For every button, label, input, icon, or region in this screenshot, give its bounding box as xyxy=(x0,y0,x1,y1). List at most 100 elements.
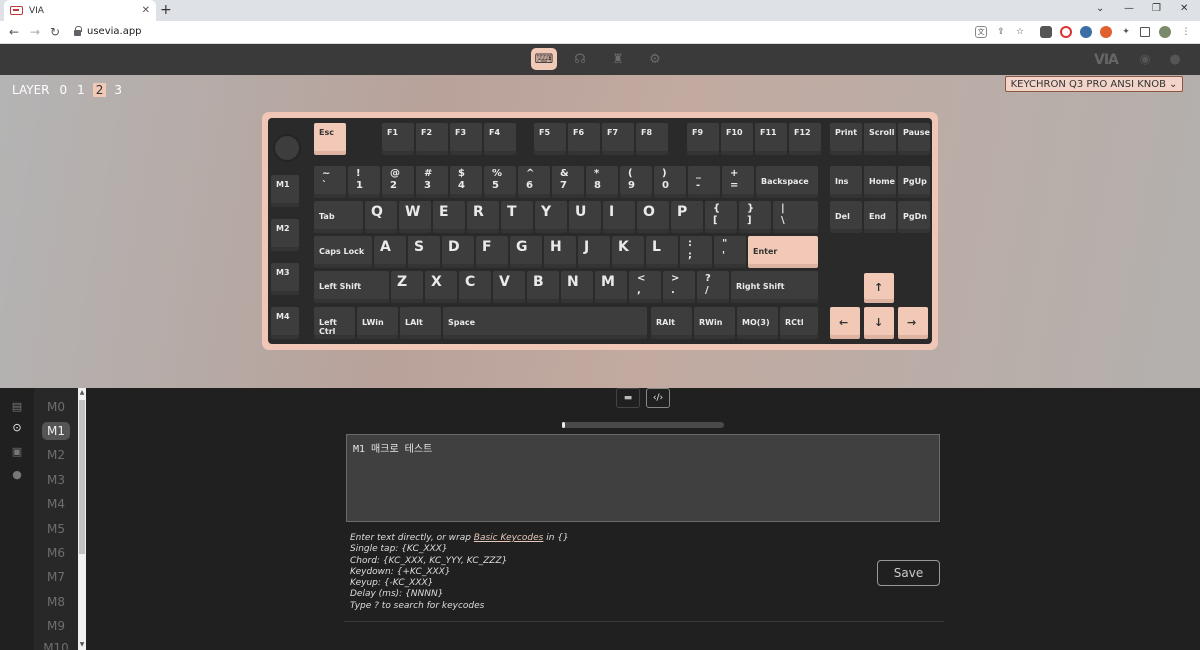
lightbulb-icon[interactable]: ● xyxy=(11,468,23,481)
gear-icon[interactable]: ⚙ xyxy=(642,48,668,70)
recorder-mode-icon[interactable]: ▬ xyxy=(616,388,640,408)
key-m4[interactable]: M4 xyxy=(270,306,300,340)
script-mode-icon[interactable]: ‹/› xyxy=(646,388,670,408)
key-f[interactable]: F xyxy=(475,235,509,269)
forward-icon[interactable]: → xyxy=(30,25,40,39)
reload-icon[interactable]: ↻ xyxy=(50,25,60,39)
save-button[interactable]: Save xyxy=(877,560,940,586)
scrollbar-thumb[interactable] xyxy=(79,400,85,554)
key-del[interactable]: Del xyxy=(829,200,863,234)
key-home[interactable]: Home xyxy=(863,165,897,199)
key-g[interactable]: G xyxy=(509,235,543,269)
key-f6[interactable]: F6 xyxy=(567,122,601,156)
key-f11[interactable]: F11 xyxy=(754,122,788,156)
design-icon[interactable]: ♜ xyxy=(605,48,631,70)
key-ins[interactable]: Ins xyxy=(829,165,863,199)
key-period[interactable]: > . xyxy=(662,270,696,304)
key-left-ctrl[interactable]: Left Ctrl xyxy=(313,306,356,340)
key-2[interactable]: @ 2 xyxy=(381,165,415,199)
puzzle-icon[interactable]: ✦ xyxy=(1120,26,1132,38)
key-x[interactable]: X xyxy=(424,270,458,304)
key-left[interactable]: ← xyxy=(829,306,861,340)
layer-1[interactable]: 1 xyxy=(75,83,87,97)
key-1[interactable]: ! 1 xyxy=(347,165,381,199)
key-enter[interactable]: Enter xyxy=(747,235,819,269)
macro-item-m5[interactable]: M5 xyxy=(42,520,70,538)
key-7[interactable]: & 7 xyxy=(551,165,585,199)
url-field[interactable]: usevia.app xyxy=(74,25,142,37)
key-lwin[interactable]: LWin xyxy=(356,306,399,340)
new-tab-button[interactable]: + xyxy=(160,2,172,18)
macro-item-m6[interactable]: M6 xyxy=(42,544,70,562)
key-backspace[interactable]: Backspace xyxy=(755,165,819,199)
key-8[interactable]: * 8 xyxy=(585,165,619,199)
key-f10[interactable]: F10 xyxy=(720,122,754,156)
key-5[interactable]: % 5 xyxy=(483,165,517,199)
maximize-button[interactable]: ❐ xyxy=(1152,3,1161,14)
key-pause[interactable]: Pause xyxy=(897,122,931,156)
key-m1[interactable]: M1 xyxy=(270,174,300,208)
key-rwin[interactable]: RWin xyxy=(693,306,736,340)
key-n[interactable]: N xyxy=(560,270,594,304)
key-m[interactable]: M xyxy=(594,270,628,304)
key-slash[interactable]: ? / xyxy=(696,270,730,304)
scroll-up-icon[interactable]: ▲ xyxy=(78,389,86,396)
key-caps-lock[interactable]: Caps Lock xyxy=(313,235,373,269)
key-right[interactable]: → xyxy=(897,306,929,340)
key-p[interactable]: P xyxy=(670,200,704,234)
key-t[interactable]: T xyxy=(500,200,534,234)
macro-item-m1[interactable]: M1 xyxy=(42,422,70,440)
keymap-icon[interactable]: ▤ xyxy=(11,400,23,413)
key-s[interactable]: S xyxy=(407,235,441,269)
key-semicolon[interactable]: : ; xyxy=(679,235,713,269)
key-f8[interactable]: F8 xyxy=(635,122,669,156)
keyboard-select[interactable]: KEYCHRON Q3 PRO ANSI KNOB ⌄ xyxy=(1005,76,1183,92)
key-f5[interactable]: F5 xyxy=(533,122,567,156)
key-esc[interactable]: Esc xyxy=(313,122,347,156)
macro-script-editor[interactable]: M1 매크로 테스트 xyxy=(346,434,940,522)
key-z[interactable]: Z xyxy=(390,270,424,304)
basic-keycodes-link[interactable]: Basic Keycodes xyxy=(474,533,544,543)
macro-item-m10[interactable]: M10 xyxy=(42,641,70,650)
key-up[interactable]: ↑ xyxy=(863,272,895,304)
macro-item-m4[interactable]: M4 xyxy=(42,495,70,513)
key-d[interactable]: D xyxy=(441,235,475,269)
key-f2[interactable]: F2 xyxy=(415,122,449,156)
key-pgup[interactable]: PgUp xyxy=(897,165,931,199)
key-e[interactable]: E xyxy=(432,200,466,234)
key-quote[interactable]: " ' xyxy=(713,235,747,269)
key-o[interactable]: O xyxy=(636,200,670,234)
key-pgdn[interactable]: PgDn xyxy=(897,200,931,234)
key-y[interactable]: Y xyxy=(534,200,568,234)
sidepanel-icon[interactable] xyxy=(1140,27,1150,37)
key-down[interactable]: ↓ xyxy=(863,306,895,340)
key-9[interactable]: ( 9 xyxy=(619,165,653,199)
github-icon[interactable]: ● xyxy=(1162,48,1188,70)
key-f3[interactable]: F3 xyxy=(449,122,483,156)
key-u[interactable]: U xyxy=(568,200,602,234)
layer-2[interactable]: 2 xyxy=(92,83,107,97)
macro-record-icon[interactable]: ⊙ xyxy=(11,421,23,434)
browser-tab[interactable]: VIA ✕ xyxy=(4,0,156,21)
key-tab[interactable]: Tab xyxy=(313,200,364,234)
key-v[interactable]: V xyxy=(492,270,526,304)
macro-item-m7[interactable]: M7 xyxy=(42,568,70,586)
key-rctl[interactable]: RCtl xyxy=(779,306,819,340)
key-l[interactable]: L xyxy=(645,235,679,269)
tab-close-icon[interactable]: ✕ xyxy=(142,5,150,16)
key-grave[interactable]: ~ ` xyxy=(313,165,347,199)
macro-item-m2[interactable]: M2 xyxy=(42,446,70,464)
opera-icon[interactable] xyxy=(1060,26,1072,38)
key-3[interactable]: # 3 xyxy=(415,165,449,199)
translate-icon[interactable]: 文 xyxy=(975,26,987,38)
share-icon[interactable]: ⇪ xyxy=(995,26,1007,38)
key-6[interactable]: ^ 6 xyxy=(517,165,551,199)
key-w[interactable]: W xyxy=(398,200,432,234)
key-a[interactable]: A xyxy=(373,235,407,269)
key-4[interactable]: $ 4 xyxy=(449,165,483,199)
stethoscope-icon[interactable]: ☊ xyxy=(567,48,593,70)
key-left-shift[interactable]: Left Shift xyxy=(313,270,390,304)
extension-icon[interactable] xyxy=(1100,26,1112,38)
key-r[interactable]: R xyxy=(466,200,500,234)
layer-0[interactable]: 0 xyxy=(58,83,70,97)
